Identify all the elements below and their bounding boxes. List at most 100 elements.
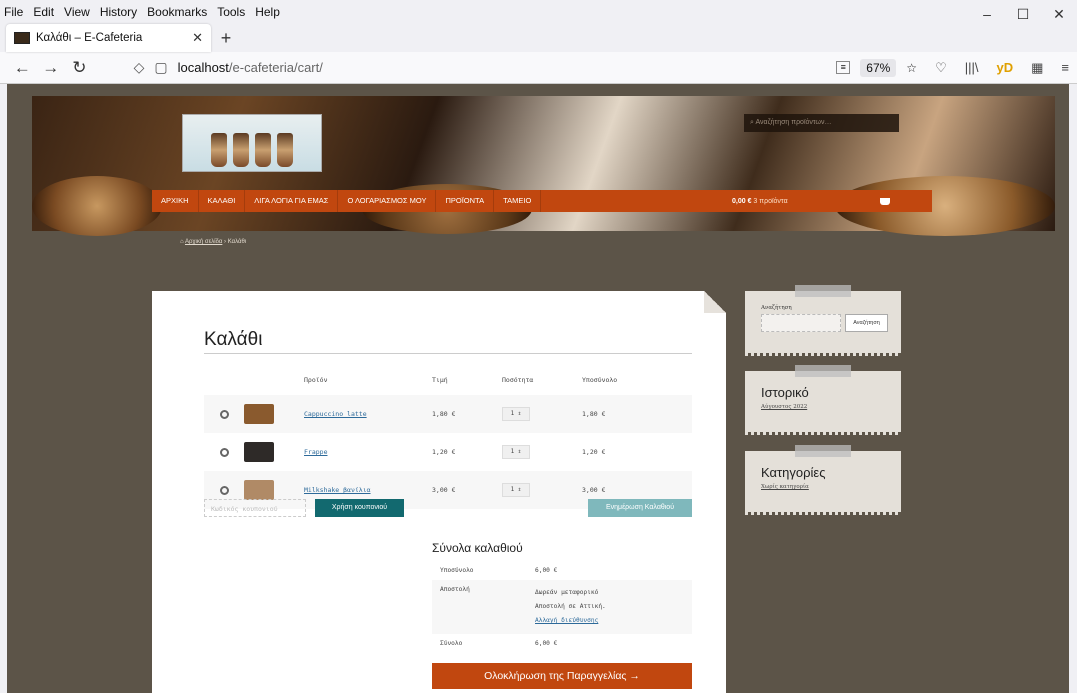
item-price: 3,00 € (432, 471, 502, 509)
nav-item-cart[interactable]: ΚΑΛΑΘΙ (199, 190, 246, 212)
sidebar-categories-widget: Κατηγορίες Χωρίς κατηγορία (745, 445, 901, 515)
menu-bar: File Edit View History Bookmarks Tools H… (0, 0, 1077, 24)
sidebar-history-widget: Ιστορικό Αύγουστος 2022 (745, 365, 901, 435)
page-title: Καλάθι (204, 329, 263, 350)
basket-icon[interactable] (880, 197, 890, 205)
totals-row-subtotal: Υποσύνολο 6,00 € (432, 561, 692, 580)
nav-bar: ← → ↻ ◇ ▢ localhost/e-cafeteria/cart/ ≡ … (0, 52, 1077, 84)
page-corner-fold (704, 291, 726, 313)
menu-view[interactable]: View (64, 5, 90, 19)
product-link[interactable]: Milkshake βανίλια (304, 486, 371, 494)
sidebar-search-label: Αναζήτηση (761, 305, 792, 311)
tab-close-icon[interactable]: ✕ (192, 30, 203, 46)
shipping-label: Αποστολή (432, 580, 527, 634)
menu-bookmarks[interactable]: Bookmarks (147, 5, 207, 19)
history-title: Ιστορικό (761, 385, 809, 400)
total-label: Σύνολο (440, 640, 463, 647)
maximize-icon[interactable]: ☐ (1005, 6, 1041, 23)
browser-tab[interactable]: Καλάθι – E-Cafeteria ✕ (6, 24, 211, 52)
extension-icon[interactable]: ▦ (1031, 60, 1043, 76)
checkout-button[interactable]: Ολοκλήρωση της Παραγγελίας → (432, 663, 692, 689)
bookmark-star-icon[interactable]: ☆ (906, 61, 917, 75)
back-icon[interactable]: ← (8, 58, 37, 78)
product-thumbnail[interactable] (244, 442, 274, 462)
zigzag-edge (745, 432, 901, 435)
zoom-level[interactable]: 67% (860, 58, 897, 77)
col-product: Προϊόν (304, 376, 328, 384)
menu-tools[interactable]: Tools (217, 5, 245, 19)
product-link[interactable]: Frappe (304, 448, 327, 456)
menu-edit[interactable]: Edit (33, 5, 54, 19)
header-cup-image (32, 176, 162, 236)
url-bar[interactable]: ◇ ▢ localhost/e-cafeteria/cart/ (134, 59, 667, 76)
menu-file[interactable]: File (4, 5, 23, 19)
history-link[interactable]: Αύγουστος 2022 (761, 404, 807, 410)
categories-title: Κατηγορίες (761, 465, 826, 480)
product-thumbnail[interactable] (244, 480, 274, 500)
favicon-icon (14, 32, 30, 44)
site-logo[interactable] (182, 114, 322, 172)
page-viewport: ⌕ Αναζήτηση προϊόντων… ΑΡΧΙΚΗ ΚΑΛΑΘΙ ΛΙΓ… (7, 84, 1069, 693)
remove-item-icon[interactable] (220, 485, 229, 495)
menu-history[interactable]: History (100, 5, 137, 19)
tab-title: Καλάθι – E-Cafeteria (36, 32, 143, 44)
minimize-icon[interactable]: – (969, 6, 1005, 23)
remove-item-icon[interactable] (220, 447, 229, 457)
table-row: Cappuccino latte 1,80 € 1 ⇕ 1,80 € (204, 395, 692, 433)
page-icon: ▢ (154, 59, 168, 75)
zigzag-edge (745, 512, 901, 515)
nav-item-checkout[interactable]: ΤΑΜΕΙΟ (494, 190, 542, 212)
new-tab-icon[interactable]: + (211, 24, 241, 52)
nav-item-account[interactable]: Ο ΛΟΓΑΡΙΑΣΜΟΣ ΜΟΥ (338, 190, 437, 212)
tape-decoration (795, 445, 851, 457)
product-link[interactable]: Cappuccino latte (304, 410, 367, 418)
subtotal-value: 6,00 € (535, 567, 558, 574)
home-icon: ⌂ (180, 239, 184, 245)
quantity-value: 1 (510, 486, 515, 493)
quantity-stepper[interactable]: 1 ⇕ (502, 445, 530, 459)
totals-row-shipping: Αποστολή Δωρεάν μεταφορικό Αποστολή σε Α… (432, 580, 692, 634)
change-address-link[interactable]: Αλλαγή διεύθυνσης (535, 614, 684, 628)
forward-icon[interactable]: → (37, 58, 66, 78)
nav-item-home[interactable]: ΑΡΧΙΚΗ (152, 190, 199, 212)
header-search-input[interactable]: ⌕ Αναζήτηση προϊόντων… (744, 114, 899, 132)
toolbar-right: ♡ |||\ yD ▦ ≡ (917, 60, 1069, 76)
col-price: Τιμή (432, 376, 448, 384)
quantity-stepper[interactable]: 1 ⇕ (502, 483, 530, 497)
yd-extension-icon[interactable]: yD (996, 60, 1013, 75)
breadcrumb-home[interactable]: Αρχική σελίδα (185, 239, 222, 245)
update-cart-button[interactable]: Ενημέρωση Καλαθιού (588, 499, 692, 517)
tape-decoration (795, 365, 851, 377)
breadcrumb: ⌂ Αρχική σελίδα › Καλάθι (180, 239, 247, 245)
menu-help[interactable]: Help (255, 5, 280, 19)
nav-item-products[interactable]: ΠΡΟΪΟΝΤΑ (436, 190, 495, 212)
apply-coupon-button[interactable]: Χρήση κουπονιού (315, 499, 404, 517)
item-subtotal: 1,80 € (582, 395, 692, 433)
item-subtotal: 1,20 € (582, 448, 606, 456)
window-controls: – ☐ ✕ (969, 6, 1077, 23)
hamburger-menu-icon[interactable]: ≡ (1061, 60, 1069, 75)
library-icon[interactable]: |||\ (965, 60, 979, 75)
nav-item-about[interactable]: ΛΙΓΑ ΛΟΓΙΑ ΓΙΑ ΕΜΑΣ (245, 190, 339, 212)
coupon-input[interactable]: Κωδικός κουπονιού (204, 499, 306, 517)
reader-view-icon[interactable]: ≡ (836, 61, 851, 74)
cart-item-count: 3 προϊόντα (753, 197, 788, 205)
shield-icon[interactable]: ◇ (134, 59, 145, 76)
sidebar-search-button[interactable]: Αναζήτηση (845, 314, 888, 332)
item-price: 1,80 € (432, 395, 502, 433)
url-host: localhost (177, 60, 229, 75)
sidebar-search-input[interactable] (761, 314, 841, 332)
cart-content: Καλάθι Προϊόν Τιμή Ποσότητα Υποσύνολο Ca… (152, 291, 726, 693)
header-cart-summary[interactable]: 0,00 € 3 προϊόντα (732, 198, 788, 205)
remove-item-icon[interactable] (220, 409, 229, 419)
close-icon[interactable]: ✕ (1041, 6, 1077, 23)
product-thumbnail[interactable] (244, 404, 274, 424)
quantity-stepper[interactable]: 1 ⇕ (502, 407, 530, 421)
categories-link[interactable]: Χωρίς κατηγορία (761, 484, 809, 490)
table-row: Frappe 1,20 € 1 ⇕ 1,20 € (204, 433, 692, 471)
reload-icon[interactable]: ↻ (65, 58, 94, 78)
quantity-value: 1 (510, 410, 515, 417)
header-search-placeholder: Αναζήτηση προϊόντων… (755, 119, 832, 126)
cart-totals-title: Σύνολα καλαθιού (432, 541, 523, 555)
pocket-icon[interactable]: ♡ (935, 60, 947, 76)
